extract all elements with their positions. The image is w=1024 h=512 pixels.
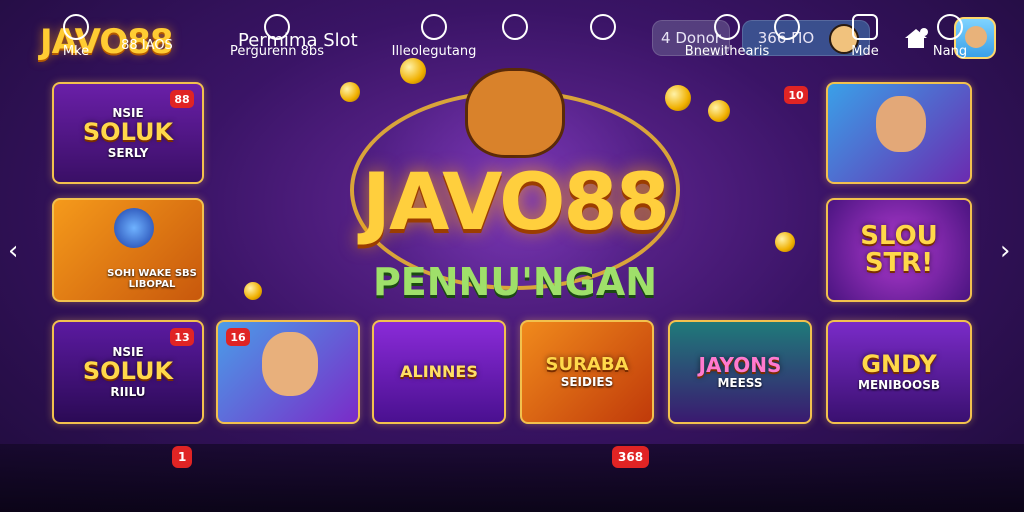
tile-title: JAYONS <box>698 352 782 377</box>
nav-label: Mke <box>62 44 90 59</box>
chevron-right-icon[interactable]: › <box>1000 236 1010 266</box>
tile-title: GNDY <box>861 350 937 379</box>
hero-subtitle: PENNU'NGAN <box>372 260 658 304</box>
clock-icon <box>502 14 528 40</box>
game-tile[interactable]: SOHI WAKE SBS LIBOPAL <box>52 198 204 302</box>
tile-subtitle: SEIDIES <box>560 374 614 389</box>
nav-item-bnewithearis[interactable]: Bnewithearis <box>682 14 772 59</box>
bottom-nav-bar <box>0 444 1024 512</box>
tile-subtitle: SOHI WAKE SBS LIBOPAL <box>107 268 197 290</box>
nav-item-clock[interactable] <box>500 14 530 44</box>
nav-item-pergurenn[interactable]: Pergurenn 8bs <box>222 14 332 59</box>
game-tile[interactable]: SURABA SEIDIES <box>520 320 654 424</box>
chevron-left-icon[interactable]: ‹ <box>8 236 18 266</box>
tile-badge: 88 <box>170 90 194 108</box>
tile-subtitle: SERLY <box>107 145 149 160</box>
nav-label: Illeolegutang <box>391 44 477 59</box>
nav-item-88-iaos[interactable]: 88 IAOS <box>112 38 182 53</box>
grid-icon <box>852 14 878 40</box>
tile-title: SOLUK <box>82 357 174 386</box>
game-tile[interactable]: ALINNES <box>372 320 506 424</box>
nav-label: Mde <box>851 44 879 59</box>
coin-icon <box>340 82 360 102</box>
game-tile[interactable]: JAYONS MEESS <box>668 320 812 424</box>
coin-icon <box>708 100 730 122</box>
gauge-icon <box>264 14 290 40</box>
coin-icon <box>665 85 691 111</box>
coin-icon <box>400 58 426 84</box>
download-icon <box>421 14 447 40</box>
coin-icon <box>775 232 795 252</box>
fox-mascot-icon <box>465 68 565 158</box>
nav-item-tools[interactable] <box>772 14 802 44</box>
nav-badge: 1 <box>172 446 193 468</box>
nav-item-mke[interactable]: Mke <box>56 14 96 59</box>
tile-title: SLOU STR! <box>860 220 938 278</box>
nav-label: Bnewithearis <box>684 44 770 59</box>
gear-icon <box>590 14 616 40</box>
nav-label: 88 IAOS <box>121 38 173 53</box>
nav-item-nang[interactable]: Nang <box>930 14 970 59</box>
tile-title: SURABA <box>545 354 629 376</box>
tile-title: SOLUK <box>82 118 174 147</box>
nav-item-settings[interactable] <box>588 14 618 44</box>
nav-label: Pergurenn 8bs <box>230 44 324 59</box>
coin-icon <box>244 282 262 300</box>
tile-badge: 10 <box>784 86 808 104</box>
tile-subtitle: MENIBOOSB <box>858 377 940 392</box>
tile-subtitle: RIILU <box>110 384 146 399</box>
tile-title: ALINNES <box>400 361 478 381</box>
user-icon <box>937 14 963 40</box>
nav-item-illeolegutang[interactable]: Illeolegutang <box>384 14 484 59</box>
game-tile[interactable]: GNDY MENIBOOSB <box>826 320 972 424</box>
tile-badge: 16 <box>226 328 250 346</box>
tile-subtitle: MEESS <box>717 375 763 390</box>
game-tile[interactable]: NSIE SOLUK SERLY 88 <box>52 82 204 184</box>
gem-icon <box>114 208 154 248</box>
nav-item-mde[interactable]: Mde <box>848 14 882 59</box>
wrench-icon <box>774 14 800 40</box>
character-icon <box>262 332 318 396</box>
game-tile[interactable] <box>826 82 972 184</box>
nav-badge: 368 <box>612 446 650 468</box>
character-icon <box>876 96 926 152</box>
nav-label: Nang <box>932 44 968 59</box>
game-tile[interactable]: 16 <box>216 320 360 424</box>
compass-icon <box>63 14 89 40</box>
game-tile[interactable]: SLOU STR! <box>826 198 972 302</box>
game-tile[interactable]: NSIE SOLUK RIILU 13 <box>52 320 204 424</box>
home-icon[interactable] <box>902 26 930 50</box>
hero-title: JAVO88 <box>362 158 670 248</box>
tile-badge: 13 <box>170 328 194 346</box>
circle-icon <box>714 14 740 40</box>
